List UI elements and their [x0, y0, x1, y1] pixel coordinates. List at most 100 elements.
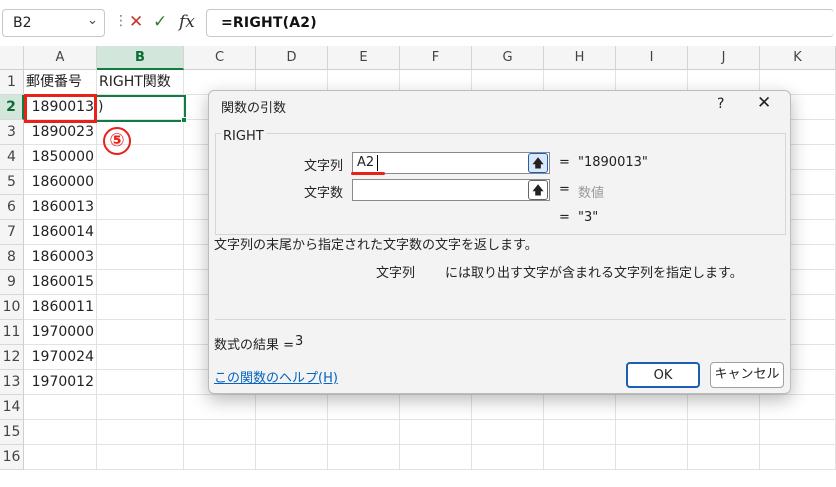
column-header-d[interactable]: D: [256, 46, 328, 70]
row-header[interactable]: 1: [0, 70, 24, 95]
cell[interactable]: [400, 420, 472, 445]
column-header-i[interactable]: I: [616, 46, 688, 70]
cell[interactable]: [24, 445, 97, 470]
cell[interactable]: [97, 320, 184, 345]
column-header-c[interactable]: C: [184, 46, 256, 70]
cell[interactable]: 1860000: [24, 170, 97, 195]
cell[interactable]: [97, 195, 184, 220]
cell[interactable]: [97, 220, 184, 245]
cell[interactable]: [328, 420, 400, 445]
cell[interactable]: [24, 420, 97, 445]
cell[interactable]: [400, 395, 472, 420]
cell[interactable]: [256, 395, 328, 420]
fill-handle[interactable]: [181, 117, 187, 123]
row-header[interactable]: 7: [0, 220, 24, 245]
row-header[interactable]: 9: [0, 270, 24, 295]
arg-text-input[interactable]: A2: [352, 152, 550, 174]
row-header[interactable]: 6: [0, 195, 24, 220]
cell[interactable]: [328, 395, 400, 420]
help-icon[interactable]: ?: [717, 96, 724, 112]
cell[interactable]: [688, 420, 760, 445]
cell[interactable]: [256, 445, 328, 470]
select-all-corner[interactable]: [0, 46, 24, 70]
cell[interactable]: [400, 445, 472, 470]
cell[interactable]: [97, 295, 184, 320]
column-header-g[interactable]: G: [472, 46, 544, 70]
cell[interactable]: [97, 420, 184, 445]
arg-num-chars-input[interactable]: [352, 179, 550, 201]
formula-result-value: 3: [295, 334, 304, 349]
column-header-k[interactable]: K: [760, 46, 836, 70]
cell[interactable]: [97, 170, 184, 195]
cell[interactable]: [97, 345, 184, 370]
cell[interactable]: [256, 420, 328, 445]
cell[interactable]: 1860003: [24, 245, 97, 270]
cell[interactable]: 1890023: [24, 120, 97, 145]
cell[interactable]: [472, 395, 544, 420]
cell[interactable]: [688, 395, 760, 420]
row-header[interactable]: 4: [0, 145, 24, 170]
close-icon[interactable]: ✕: [757, 93, 771, 113]
cell[interactable]: [97, 395, 184, 420]
cell[interactable]: [24, 395, 97, 420]
cell[interactable]: 1970000: [24, 320, 97, 345]
cell[interactable]: [184, 395, 256, 420]
column-header-h[interactable]: H: [544, 46, 616, 70]
row-header[interactable]: 8: [0, 245, 24, 270]
function-help-link[interactable]: この関数のヘルプ(H): [214, 367, 338, 386]
cell[interactable]: [97, 445, 184, 470]
cell[interactable]: 1860013: [24, 195, 97, 220]
cell[interactable]: [184, 420, 256, 445]
cell[interactable]: [760, 445, 836, 470]
row-header[interactable]: 5: [0, 170, 24, 195]
cell[interactable]: 1970024: [24, 345, 97, 370]
cell[interactable]: [97, 245, 184, 270]
dialog-title: 関数の引数: [221, 101, 287, 116]
cell[interactable]: [184, 445, 256, 470]
cell[interactable]: [472, 420, 544, 445]
cell[interactable]: [472, 445, 544, 470]
cell[interactable]: 1850000: [24, 145, 97, 170]
row-header[interactable]: 12: [0, 345, 24, 370]
ok-button[interactable]: OK: [626, 362, 700, 388]
cell[interactable]: [544, 395, 616, 420]
row-header[interactable]: 13: [0, 370, 24, 395]
cell[interactable]: 1970012: [24, 370, 97, 395]
row-header[interactable]: 10: [0, 295, 24, 320]
collapse-dialog-button[interactable]: 🡅: [528, 180, 548, 200]
row-header[interactable]: 11: [0, 320, 24, 345]
cell[interactable]: [328, 445, 400, 470]
arg-text-result: "1890013": [578, 155, 648, 170]
cell[interactable]: [97, 370, 184, 395]
arg-label-num-chars: 文字数: [303, 186, 343, 201]
row-header[interactable]: 3: [0, 120, 24, 145]
row-header[interactable]: 15: [0, 420, 24, 445]
cell[interactable]: [544, 445, 616, 470]
column-header-e[interactable]: E: [328, 46, 400, 70]
row-header[interactable]: 14: [0, 395, 24, 420]
red-underline: [351, 172, 385, 175]
row-header[interactable]: 2: [0, 95, 24, 120]
cell[interactable]: 郵便番号: [24, 70, 97, 95]
column-header-b[interactable]: B: [97, 46, 184, 70]
column-header-f[interactable]: F: [400, 46, 472, 70]
cell[interactable]: [97, 270, 184, 295]
column-header-j[interactable]: J: [688, 46, 760, 70]
arg-equals: =: [559, 155, 570, 170]
cell[interactable]: 1860011: [24, 295, 97, 320]
cell[interactable]: RIGHT関数: [97, 70, 184, 95]
column-header-a[interactable]: A: [24, 46, 97, 70]
cancel-button[interactable]: キャンセル: [710, 362, 784, 388]
cell[interactable]: 1860015: [24, 270, 97, 295]
cell[interactable]: [760, 420, 836, 445]
cell[interactable]: [544, 420, 616, 445]
overall-result: "3": [578, 210, 599, 225]
cell[interactable]: [688, 445, 760, 470]
row-header[interactable]: 16: [0, 445, 24, 470]
cell[interactable]: [760, 395, 836, 420]
collapse-dialog-button[interactable]: 🡅: [528, 153, 548, 173]
cell[interactable]: [616, 420, 688, 445]
cell[interactable]: 1860014: [24, 220, 97, 245]
cell[interactable]: [616, 445, 688, 470]
cell[interactable]: [616, 395, 688, 420]
